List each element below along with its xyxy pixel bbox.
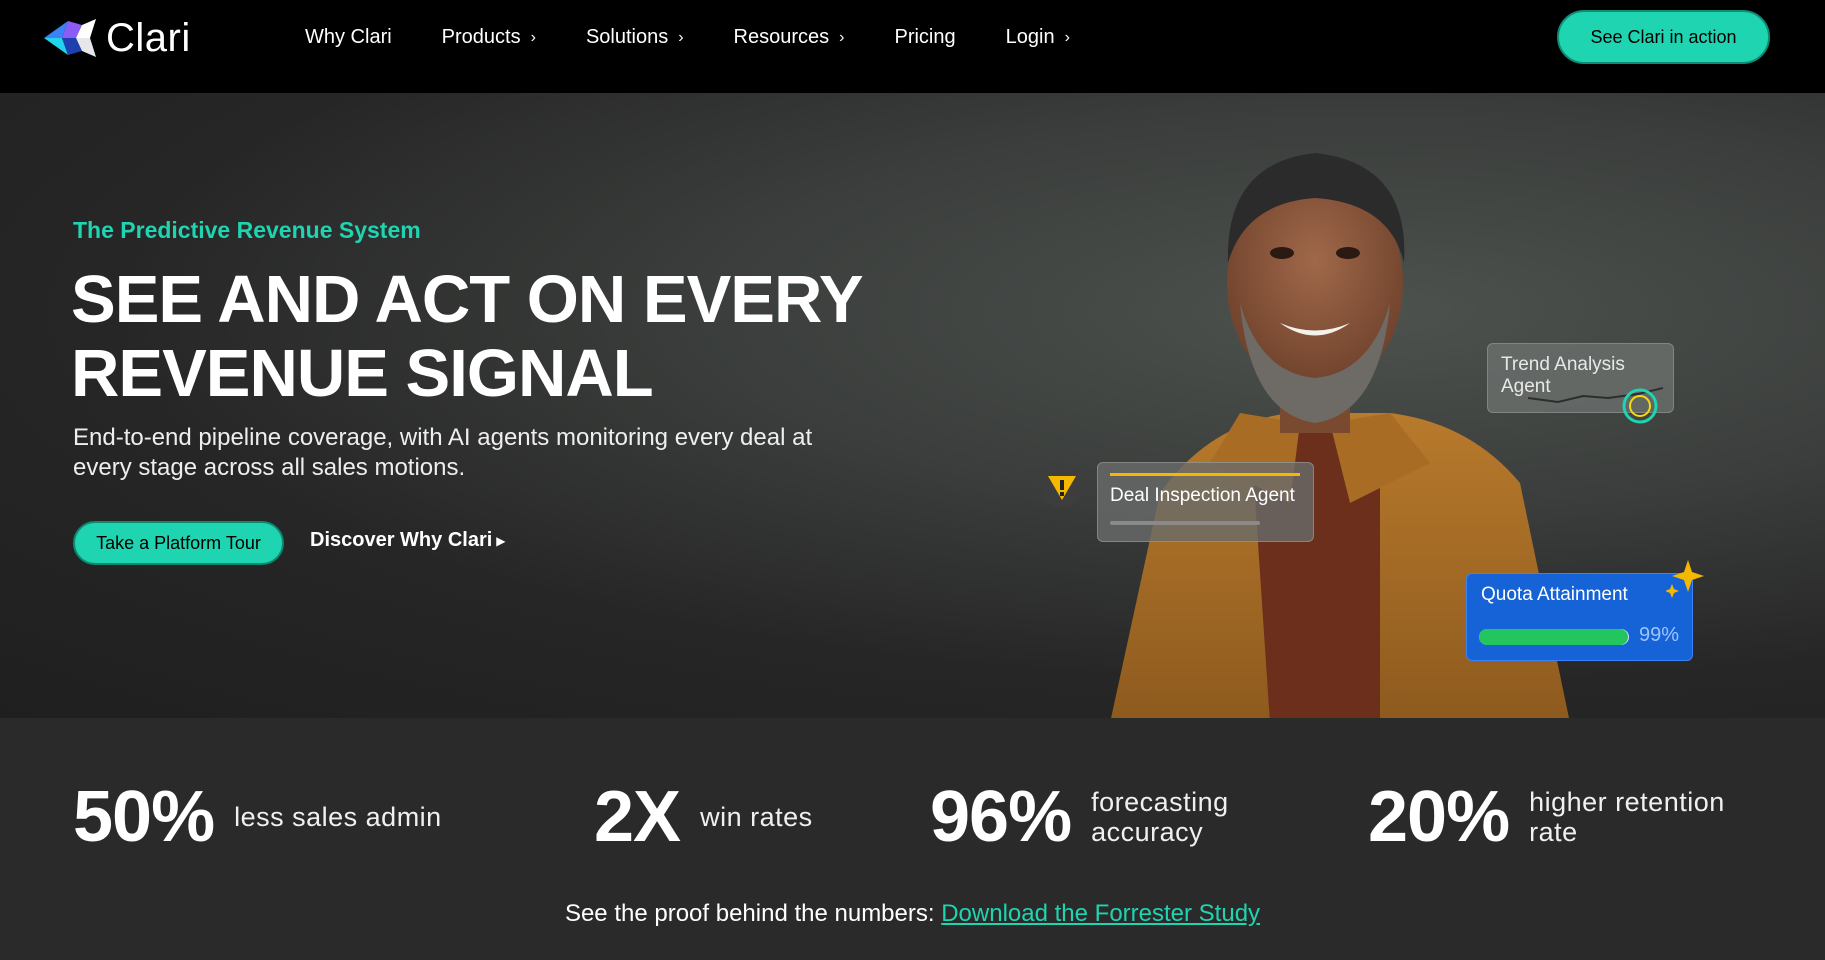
stat-label: forecasting accuracy (1091, 787, 1229, 847)
nav-links: Why Clari Products › Solutions › Resourc… (305, 26, 1120, 49)
stat-label: less sales admin (234, 802, 442, 832)
trend-analysis-card: Trend Analysis Agent (1487, 343, 1674, 424)
chevron-right-icon: › (530, 28, 536, 46)
hero-eyebrow: The Predictive Revenue System (73, 217, 421, 243)
hero-headline: SEE AND ACT ON EVERY REVENUE SIGNAL (71, 263, 871, 411)
platform-tour-button[interactable]: Take a Platform Tour (73, 521, 284, 565)
stat-value: 96% (930, 777, 1072, 857)
hero-headline-line1: SEE AND ACT ON EVERY (71, 262, 864, 337)
quota-attainment-card: Quota Attainment 99% (1466, 573, 1693, 661)
stat-item: 2X win rates (594, 776, 870, 858)
nav-item-label: Pricing (894, 26, 956, 48)
deal-progress-line (1110, 473, 1300, 476)
discover-why-clari-link[interactable]: Discover Why Clari ▶ (310, 529, 506, 552)
deal-inspection-label: Deal Inspection Agent (1110, 485, 1295, 506)
chevron-right-icon: › (1064, 28, 1070, 46)
stats-section: 50% less sales admin 2X win rates 96% fo… (0, 718, 1825, 960)
nav-item-pricing[interactable]: Pricing (894, 26, 955, 49)
quota-attainment-value: 99% (1639, 624, 1680, 646)
chevron-right-icon: › (839, 28, 845, 46)
discover-link-label: Discover Why Clari (310, 529, 493, 551)
nav-item-label: Login (1005, 26, 1055, 48)
nav-item-resources[interactable]: Resources › (734, 26, 845, 49)
stat-value: 50% (73, 777, 215, 857)
trend-line-icon (1528, 387, 1664, 424)
nav-item-label: Solutions (585, 26, 669, 48)
quota-progress-fill (1479, 629, 1628, 645)
nav-item-label: Resources (733, 26, 830, 48)
logo-wordmark: Clari (106, 15, 191, 60)
stat-value: 2X (594, 777, 681, 857)
quota-attainment-label: Quota Attainment (1481, 584, 1628, 605)
hero-subtext: End-to-end pipeline coverage, with AI ag… (73, 424, 813, 481)
sparkle-icon (1666, 560, 1704, 598)
stat-label: win rates (700, 802, 813, 832)
nav-item-why-clari[interactable]: Why Clari (305, 26, 392, 49)
quota-progress-bar (1479, 629, 1629, 645)
deal-inspection-card: Deal Inspection Agent (1097, 462, 1314, 542)
see-clari-in-action-button[interactable]: See Clari in action (1557, 10, 1770, 64)
stat-item: 96% forecasting accuracy (930, 776, 1291, 858)
nav-item-solutions[interactable]: Solutions › (586, 26, 684, 49)
chevron-right-icon: › (678, 28, 684, 46)
forrester-proof-line: See the proof behind the numbers: Downlo… (0, 900, 1825, 928)
nav-item-products[interactable]: Products › (442, 26, 536, 49)
top-navbar: Clari Why Clari Products › Solutions › R… (0, 0, 1825, 93)
deal-skeleton-line (1110, 521, 1260, 525)
play-triangle-icon: ▶ (496, 533, 506, 548)
warning-icon (1040, 464, 1084, 508)
stat-value: 20% (1368, 777, 1510, 857)
nav-item-label: Products (441, 26, 521, 48)
stat-item: 20% higher retention rate (1368, 776, 1779, 858)
nav-item-label: Why Clari (305, 26, 392, 48)
nav-item-login[interactable]: Login › (1006, 26, 1070, 49)
stat-item: 50% less sales admin (73, 776, 474, 858)
forrester-study-link[interactable]: Download the Forrester Study (941, 900, 1260, 927)
proof-text: See the proof behind the numbers: (564, 900, 935, 927)
hero-headline-line2: REVENUE SIGNAL (71, 336, 654, 411)
clari-logo-icon (44, 19, 96, 57)
clari-logo[interactable]: Clari (42, 14, 191, 62)
stat-label: higher retention rate (1529, 787, 1725, 847)
